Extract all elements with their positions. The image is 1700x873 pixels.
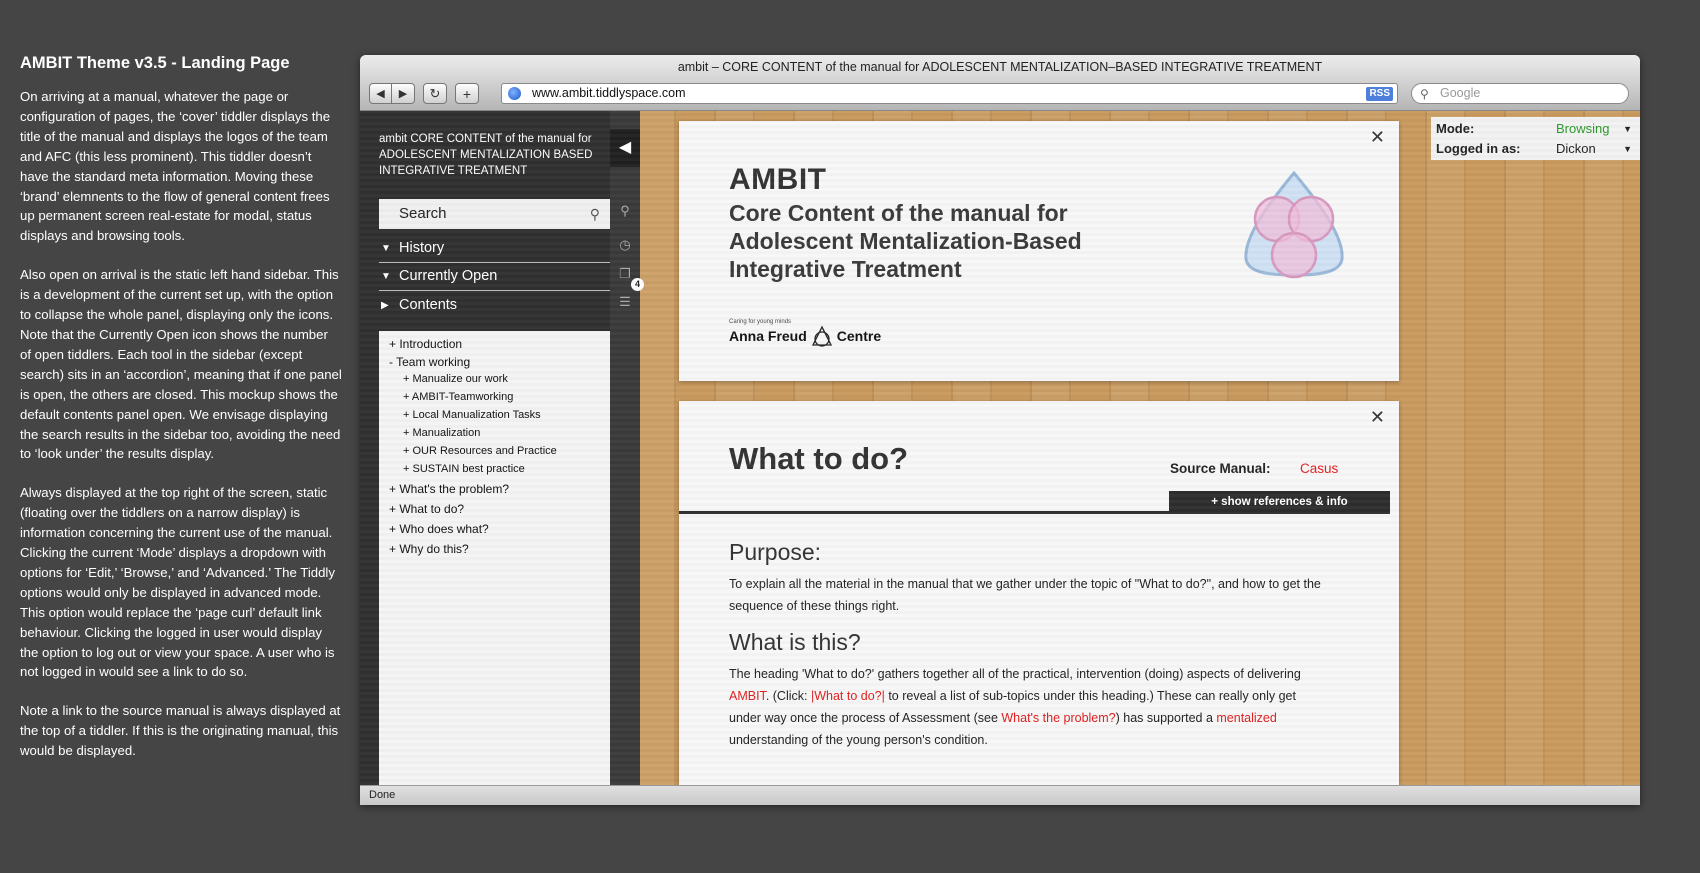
close-icon[interactable]: ✕ [1370,407,1385,428]
open-count-badge: 4 [631,278,644,291]
cover-tiddler: ✕ AMBIT Core Content of the manual for A… [679,121,1399,381]
description-paragraph: On arriving at a manual, whatever the pa… [20,89,331,244]
chevron-down-icon[interactable]: ▼ [1623,144,1632,154]
accordion-currently-open[interactable]: ▼ Currently Open [379,263,610,290]
history-icon[interactable]: ◷ [617,237,633,253]
accordion-contents[interactable]: ▶ Contents [379,292,610,319]
sidebar-search-input[interactable]: Search ⚲ [379,199,610,229]
description-paragraph: Also open on arrival is the static left … [20,267,342,462]
tree-item[interactable]: + Why do this? [389,542,469,556]
chevron-down-icon[interactable]: ▼ [1623,124,1632,134]
afc-knot-icon [811,325,832,347]
tree-item[interactable]: + Manualize our work [403,373,508,385]
link-whats-the-problem[interactable]: What's the problem? [1001,711,1115,725]
user-dropdown[interactable]: Dickon [1556,141,1596,156]
search-icon[interactable]: ⚲ [617,203,633,219]
show-references-button[interactable]: + show references & info [1169,491,1390,513]
address-url: www.ambit.tiddlyspace.com [532,86,686,100]
afc-name: Anna Freud [729,328,807,344]
tree-item[interactable]: + OUR Resources and Practice [403,445,557,457]
description-paragraph: Note a link to the source manual is alwa… [20,703,341,759]
search-icon: ⚲ [589,206,600,222]
chevron-right-icon: ▶ [381,300,389,311]
tree-item[interactable]: + SUSTAIN best practice [403,463,525,475]
link-mentalized[interactable]: mentalized [1216,711,1276,725]
browser-window: ambit – CORE CONTENT of the manual for A… [360,55,1640,805]
accordion-label: Currently Open [399,268,498,284]
tree-item[interactable]: + Manualization [403,427,480,439]
description-panel: AMBIT Theme v3.5 - Landing Page On arriv… [20,54,342,780]
contents-list-icon[interactable]: ☰ [617,294,633,310]
source-manual-label: Source Manual: [1170,461,1271,476]
close-icon[interactable]: ✕ [1370,127,1385,148]
tree-item[interactable]: + AMBIT-Teamworking [403,391,513,403]
status-panel: Mode: Browsing ▼ Logged in as: Dickon ▼ [1431,117,1640,160]
browser-status-bar: Done [360,785,1640,805]
rss-button[interactable]: RSS [1366,87,1393,101]
afc-name: Centre [836,328,882,344]
link-what-to-do[interactable]: |What to do?| [811,689,885,703]
browser-toolbar: ◀ ▶ ↻ + www.ambit.tiddlyspace.com RSS ⚲ … [360,78,1640,111]
mode-label: Mode: [1436,121,1475,136]
window-title: ambit – CORE CONTENT of the manual for A… [360,55,1640,78]
add-bookmark-button[interactable]: + [455,83,479,104]
source-manual-link[interactable]: Casus [1300,461,1338,476]
purpose-text: To explain all the material in the manua… [729,577,1321,613]
web-search-input[interactable]: ⚲ Google [1411,83,1629,104]
cover-heading: AMBIT [729,163,827,196]
accordion-label: History [399,240,445,256]
contents-tree: + Introduction - Team working + Manualiz… [379,331,610,785]
divider [379,290,610,291]
tiddler-title: What to do? [729,441,909,476]
page-viewport: ambit CORE CONTENT of the manual for ADO… [360,111,1640,785]
reload-button[interactable]: ↻ [423,83,447,104]
tree-item[interactable]: + Who does what? [389,522,489,536]
description-title: AMBIT Theme v3.5 - Landing Page [20,54,290,72]
afc-logo: Caring for young minds Anna Freud Centre [729,319,881,347]
left-sidebar: ambit CORE CONTENT of the manual for ADO… [360,111,610,785]
ambit-logo-icon [1244,170,1344,279]
back-button[interactable]: ◀ [369,83,392,104]
section-heading: What is this? [729,629,861,655]
accordion-label: Contents [399,297,458,313]
forward-button[interactable]: ▶ [392,83,415,104]
search-icon: ⚲ [1420,87,1429,101]
link-ambit[interactable]: AMBIT [729,689,766,703]
tree-item[interactable]: - Team working [389,355,470,369]
currently-open-icon[interactable]: ❐ [617,266,633,282]
mode-dropdown[interactable]: Browsing [1556,121,1609,136]
accordion-history[interactable]: ▼ History [379,235,610,262]
web-search-placeholder: Google [1440,86,1481,100]
tree-item[interactable]: + Introduction [389,337,462,351]
collapse-sidebar-button[interactable]: ◀ [610,129,640,167]
address-bar[interactable]: www.ambit.tiddlyspace.com RSS [501,83,1398,104]
tree-item[interactable]: + Local Manualization Tasks [403,409,541,421]
cover-subtitle: Core Content of the manual for Adolescen… [729,200,1082,282]
tree-item[interactable]: + What's the problem? [389,482,509,496]
chevron-down-icon: ▼ [381,271,391,282]
logged-in-label: Logged in as: [1436,141,1521,156]
section-heading: Purpose: [729,539,822,565]
what-is-this-text: The heading 'What to do?' gathers togeth… [729,667,1301,747]
tree-item[interactable]: + What to do? [389,502,464,516]
content-tiddler: ✕ What to do? Source Manual: Casus + sho… [679,401,1399,785]
description-paragraph: Always displayed at the top right of the… [20,485,335,680]
globe-icon [508,87,521,100]
chevron-down-icon: ▼ [381,243,391,254]
sidebar-search-label: Search [399,205,447,222]
site-title[interactable]: ambit CORE CONTENT of the manual for ADO… [379,131,599,179]
